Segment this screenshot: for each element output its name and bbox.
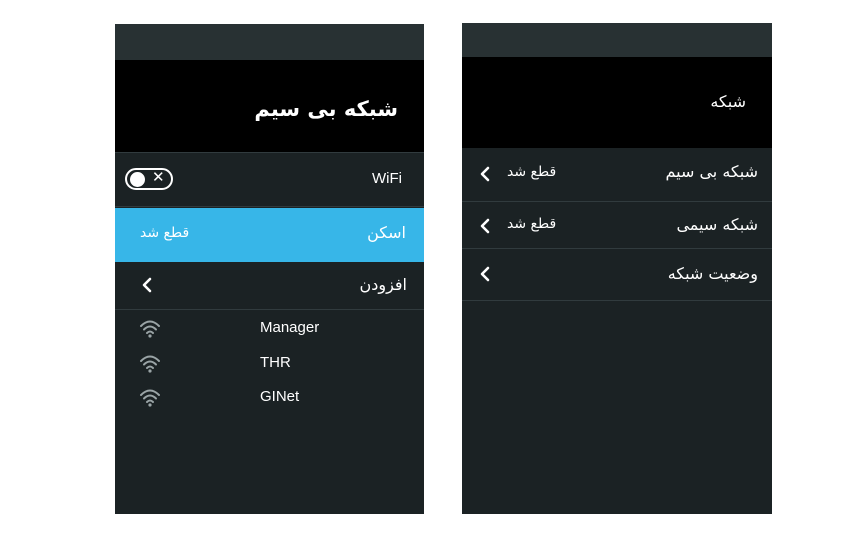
- status-bar: [115, 24, 424, 60]
- menu-item-wireless[interactable]: قطع شد شبکه بی سیم: [462, 148, 772, 202]
- close-icon: ✕: [152, 168, 165, 186]
- network-name: Manager: [260, 319, 320, 336]
- wifi-icon: [139, 387, 161, 407]
- scan-row[interactable]: اسکن قطع شد: [115, 208, 424, 262]
- wifi-row: ✕ WiFi: [115, 153, 424, 207]
- wifi-icon: [139, 318, 161, 338]
- network-item-ginet[interactable]: GINet: [115, 381, 424, 415]
- wifi-label: WiFi: [372, 170, 402, 187]
- wifi-icon: [139, 353, 161, 373]
- menu-item-network-status[interactable]: وضعیت شبکه: [462, 249, 772, 301]
- menu-item-wired[interactable]: قطع شد شبکه سیمی: [462, 202, 772, 249]
- menu-item-label: شبکه سیمی: [676, 215, 758, 234]
- add-network-row[interactable]: افزودن: [115, 262, 424, 310]
- page-title: شبکه: [710, 92, 746, 111]
- chevron-left-icon: [138, 276, 156, 294]
- add-label: افزودن: [359, 275, 407, 294]
- menu-item-label: وضعیت شبکه: [667, 264, 758, 283]
- network-item-manager[interactable]: Manager: [115, 312, 424, 346]
- scan-status: قطع شد: [140, 225, 190, 241]
- scan-label: اسکن: [367, 223, 406, 242]
- status-bar: [462, 23, 772, 57]
- network-screen: شبکه قطع شد شبکه بی سیم قطع شد شبکه سیمی…: [462, 23, 772, 514]
- network-name: GINet: [260, 388, 300, 405]
- chevron-left-icon: [476, 217, 494, 235]
- menu-item-status: قطع شد: [507, 164, 557, 180]
- wireless-network-screen: شبکه بی سیم ✕ WiFi اسکن قطع شد افزودن Ma…: [115, 24, 424, 514]
- network-name: THR: [260, 354, 291, 371]
- toggle-knob: [130, 172, 145, 187]
- menu-item-status: قطع شد: [507, 216, 557, 232]
- chevron-left-icon: [476, 265, 494, 283]
- network-item-thr[interactable]: THR: [115, 347, 424, 381]
- page-title: شبکه بی سیم: [254, 97, 398, 121]
- chevron-left-icon: [476, 165, 494, 183]
- menu-item-label: شبکه بی سیم: [665, 162, 759, 181]
- wifi-toggle[interactable]: ✕: [125, 168, 173, 190]
